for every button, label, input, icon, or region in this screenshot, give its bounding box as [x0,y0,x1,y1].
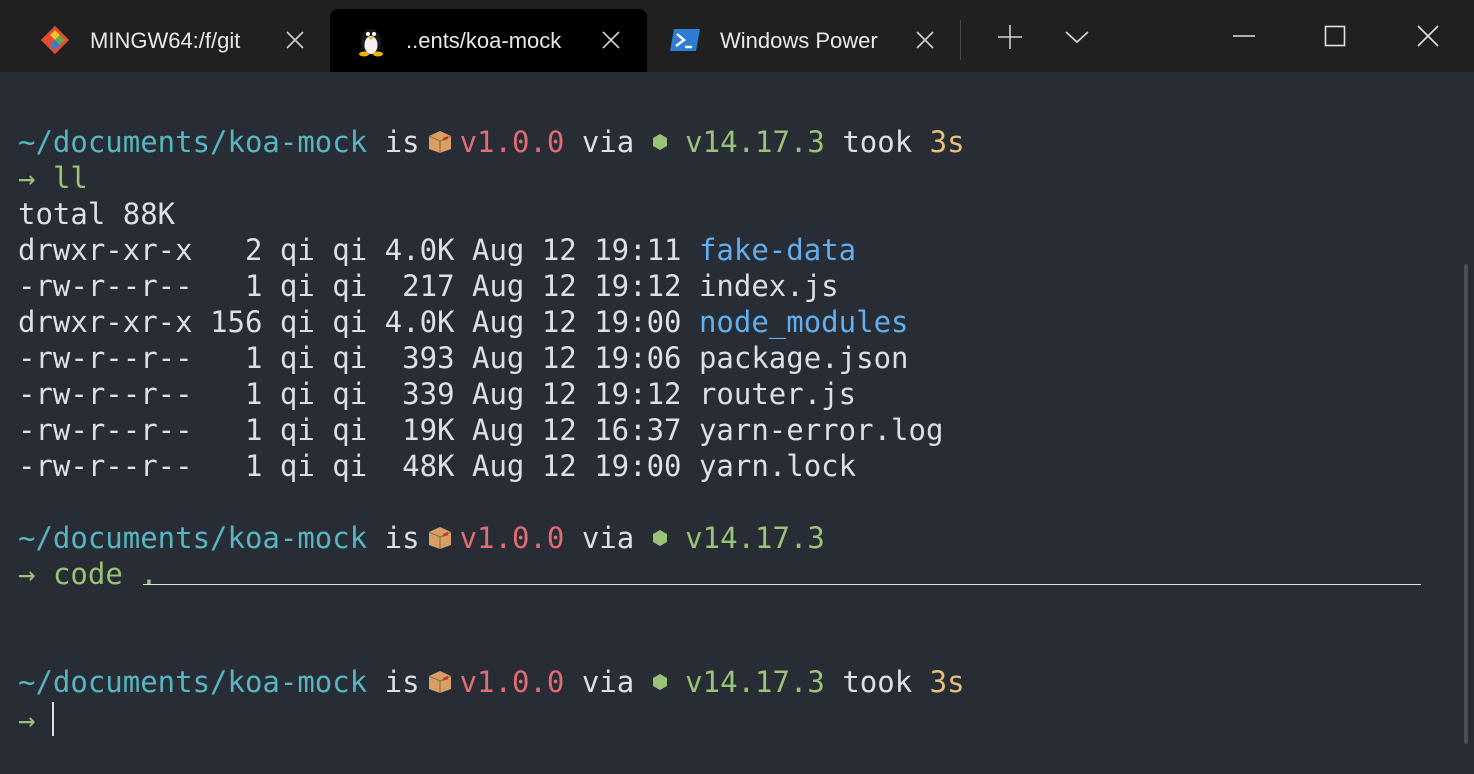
package-box-icon [428,671,451,693]
prompt-path: ~/documents/koa-mock [18,521,368,555]
node-hexagon-icon [652,134,667,150]
file-name: package.json [698,341,909,375]
close-tab-icon[interactable] [596,25,626,55]
prompt-is: is [384,521,420,555]
prompt-arrow: → [18,557,36,591]
node-version: v14.17.3 [685,521,825,555]
prompt-via: via [581,521,635,555]
input-line[interactable]: → [18,702,35,738]
package-box-icon [428,131,451,153]
terminal-pane[interactable]: ~/documents/koa-mock is v1.0.0 via v14.17… [0,72,1474,774]
prompt-is: is [384,125,420,159]
prompt-path: ~/documents/koa-mock [18,125,368,159]
ls-entry: -rw-r--r-- 1 qi qi 217 Aug 12 19:12 inde… [18,269,839,303]
close-icon [1417,25,1439,47]
ls-entry: -rw-r--r-- 1 qi qi 19K Aug 12 16:37 yarn… [18,413,944,447]
prompt-line: ~/documents/koa-mock is v1.0.0 via v14.17… [18,664,965,700]
chevron-down-icon [1065,31,1089,44]
prompt-is: is [384,665,420,699]
command-duration: 3s [929,665,965,699]
directory-name: fake-data [698,233,857,267]
git-bash-icon [40,25,70,55]
tab-separator [960,20,961,60]
tab-mingw64[interactable]: MINGW64:/f/git [0,9,326,72]
linux-penguin-icon [359,29,383,57]
prompt-took: took [842,125,913,159]
plus-icon [998,25,1022,49]
prompt-via: via [581,665,635,699]
directory-name: node_modules [698,305,909,339]
text-cursor [52,702,54,736]
file-name: router.js [698,377,857,411]
tab-label: Windows Power [720,28,878,53]
maximize-button[interactable] [1289,0,1381,72]
command-underline [143,584,1421,585]
tab-windows-powershell[interactable]: Windows Power [652,9,956,72]
minimize-icon [1233,35,1255,37]
node-version: v14.17.3 [685,665,825,699]
window-close-button[interactable] [1382,0,1474,72]
node-hexagon-icon [652,674,667,690]
ls-entry: drwxr-xr-x 2 qi qi 4.0K Aug 12 19:11 fak… [18,233,857,267]
scrollbar[interactable] [1464,264,1468,744]
prompt-path: ~/documents/koa-mock [18,665,368,699]
command-text: ll [52,161,88,195]
title-bar: MINGW64:/f/git ..ents/koa-mock Windows P… [0,0,1474,72]
node-version: v14.17.3 [685,125,825,159]
command-line: → code . [18,556,158,592]
file-name: index.js [698,269,839,303]
tab-koa-mock[interactable]: ..ents/koa-mock [330,9,647,72]
ls-entry: -rw-r--r-- 1 qi qi 48K Aug 12 19:00 yarn… [18,449,857,483]
file-name: yarn-error.log [698,413,944,447]
command-duration: 3s [929,125,965,159]
tab-label: ..ents/koa-mock [406,28,562,53]
command-text: code . [52,557,158,591]
prompt-arrow: → [18,161,36,195]
ls-entry: drwxr-xr-x 156 qi qi 4.0K Aug 12 19:00 n… [18,305,909,339]
prompt-arrow: → [18,703,36,737]
package-version: v1.0.0 [459,125,565,159]
prompt-via: via [581,125,635,159]
ls-entry: -rw-r--r-- 1 qi qi 393 Aug 12 19:06 pack… [18,341,909,375]
new-tab-button[interactable] [987,14,1033,60]
ls-entry: -rw-r--r-- 1 qi qi 339 Aug 12 19:12 rout… [18,377,857,411]
close-tab-icon[interactable] [910,25,940,55]
tab-dropdown-button[interactable] [1054,14,1100,60]
maximize-icon [1324,25,1346,47]
prompt-took: took [842,665,913,699]
package-version: v1.0.0 [459,521,565,555]
node-hexagon-icon [652,530,667,546]
file-name: yarn.lock [698,449,857,483]
package-version: v1.0.0 [459,665,565,699]
close-tab-icon[interactable] [280,25,310,55]
ls-total: total 88K [18,197,176,231]
minimize-button[interactable] [1198,0,1290,72]
prompt-line: ~/documents/koa-mock is v1.0.0 via v14.17… [18,520,825,556]
command-line: → ll [18,160,88,196]
powershell-icon [670,29,700,51]
tab-label: MINGW64:/f/git [90,28,241,53]
package-box-icon [428,527,451,549]
prompt-line: ~/documents/koa-mock is v1.0.0 via v14.17… [18,124,965,160]
